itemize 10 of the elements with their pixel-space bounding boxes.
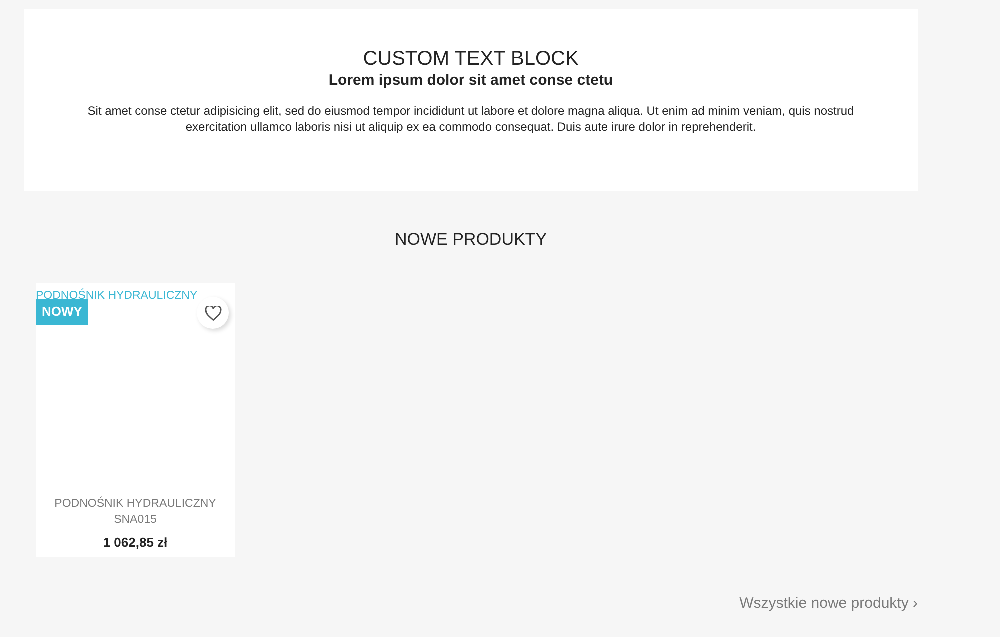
product-card[interactable]: PODNOŚNIK HYDRAULICZNY NOWY PODNOŚNIK HYDRAULICZNY SNA015 1 062,85 zł [36,283,235,557]
block-title: CUSTOM TEXT BLOCK [362,47,580,71]
new-label: NOWY [36,299,88,324]
all-products-link[interactable]: Wszystkie nowe produkty › [740,593,918,616]
block-subtitle: Lorem ipsum dolor sit amet conse ctetu [328,71,614,91]
product-price: 1 062,85 zł [102,534,169,552]
block-paragraph: Sit amet conse ctetur adipisicing elit, sed do eiusmod tempor incididunt ut labore et dolore magna aliqua. Ut enim ad minim veniam, quis nostrud exercitation ullamco laboris nisi ut aliquip ex ea commodo consequat. Duis aute irure dolor in reprehenderit. [86,103,856,135]
heart-icon [204,306,222,320]
section-title: NOWE PRODUKTY [394,229,548,251]
product-name[interactable]: PODNOŚNIK HYDRAULICZNY SNA015 [36,496,235,528]
